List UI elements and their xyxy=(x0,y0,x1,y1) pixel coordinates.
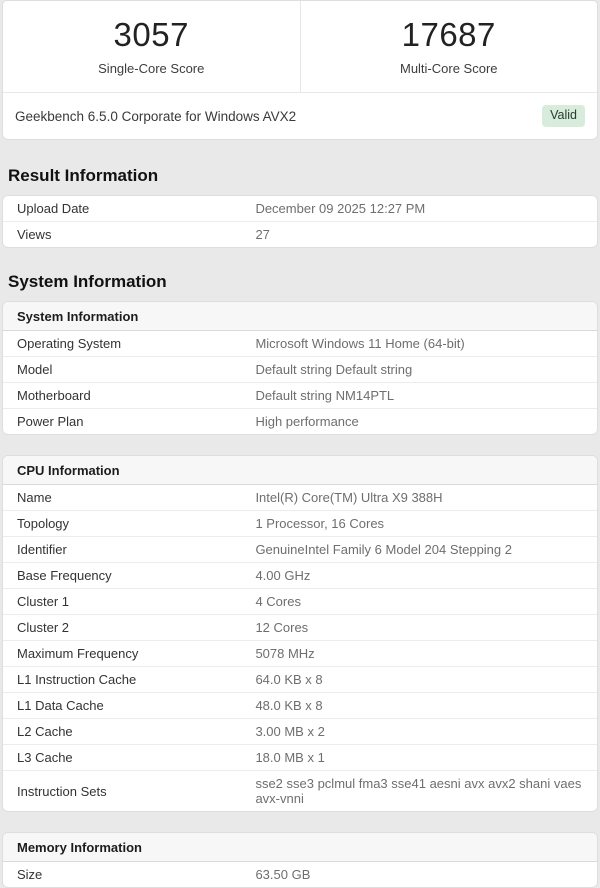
row-value: 48.0 KB x 8 xyxy=(255,693,597,718)
row-label: Maximum Frequency xyxy=(3,641,255,666)
row-label: Power Plan xyxy=(3,409,255,434)
table-row: Maximum Frequency5078 MHz xyxy=(3,640,597,666)
row-value: 1 Processor, 16 Cores xyxy=(255,511,597,536)
row-value: 5078 MHz xyxy=(255,641,597,666)
cpu-information-subheader: CPU Information xyxy=(3,456,597,485)
row-label: Model xyxy=(3,357,255,382)
row-value: 18.0 MB x 1 xyxy=(255,745,597,770)
row-label: Cluster 1 xyxy=(3,589,255,614)
table-row: Base Frequency4.00 GHz xyxy=(3,562,597,588)
table-row: Operating SystemMicrosoft Windows 11 Hom… xyxy=(3,331,597,356)
result-information-card: Upload DateDecember 09 2025 12:27 PMView… xyxy=(2,195,598,248)
table-row: L1 Instruction Cache64.0 KB x 8 xyxy=(3,666,597,692)
cpu-information-rows: NameIntel(R) Core(TM) Ultra X9 388HTopol… xyxy=(3,485,597,811)
row-value: 4.00 GHz xyxy=(255,563,597,588)
system-information-card: System Information Operating SystemMicro… xyxy=(2,301,598,435)
score-summary-card: 3057 Single-Core Score 17687 Multi-Core … xyxy=(2,0,598,140)
table-row: L3 Cache18.0 MB x 1 xyxy=(3,744,597,770)
row-value: 3.00 MB x 2 xyxy=(255,719,597,744)
row-value: 27 xyxy=(255,222,597,247)
row-value: 12 Cores xyxy=(255,615,597,640)
version-bar: Geekbench 6.5.0 Corporate for Windows AV… xyxy=(3,93,597,139)
row-label: Upload Date xyxy=(3,196,255,221)
row-label: L1 Instruction Cache xyxy=(3,667,255,692)
table-row: NameIntel(R) Core(TM) Ultra X9 388H xyxy=(3,485,597,510)
result-information-rows: Upload DateDecember 09 2025 12:27 PMView… xyxy=(3,196,597,247)
table-row: ModelDefault string Default string xyxy=(3,356,597,382)
row-label: Base Frequency xyxy=(3,563,255,588)
row-value: Default string Default string xyxy=(255,357,597,382)
multi-core-score-value: 17687 xyxy=(301,16,598,54)
table-row: L1 Data Cache48.0 KB x 8 xyxy=(3,692,597,718)
spacer xyxy=(2,812,598,832)
table-row: Instruction Setssse2 sse3 pclmul fma3 ss… xyxy=(3,770,597,811)
row-value: Microsoft Windows 11 Home (64-bit) xyxy=(255,331,597,356)
system-information-heading: System Information xyxy=(2,248,598,301)
row-value: December 09 2025 12:27 PM xyxy=(255,196,597,221)
row-label: L2 Cache xyxy=(3,719,255,744)
memory-information-card: Memory Information Size63.50 GB xyxy=(2,832,598,888)
single-core-score-cell: 3057 Single-Core Score xyxy=(3,1,300,92)
row-value: Default string NM14PTL xyxy=(255,383,597,408)
table-row: Size63.50 GB xyxy=(3,862,597,887)
table-row: Upload DateDecember 09 2025 12:27 PM xyxy=(3,196,597,221)
cpu-information-card: CPU Information NameIntel(R) Core(TM) Ul… xyxy=(2,455,598,812)
row-label: L3 Cache xyxy=(3,745,255,770)
row-label: Name xyxy=(3,485,255,510)
single-core-score-label: Single-Core Score xyxy=(3,61,300,76)
table-row: IdentifierGenuineIntel Family 6 Model 20… xyxy=(3,536,597,562)
table-row: Topology1 Processor, 16 Cores xyxy=(3,510,597,536)
row-value: High performance xyxy=(255,409,597,434)
memory-information-subheader: Memory Information xyxy=(3,833,597,862)
row-label: Views xyxy=(3,222,255,247)
single-core-score-value: 3057 xyxy=(3,16,300,54)
multi-core-score-cell: 17687 Multi-Core Score xyxy=(300,1,598,92)
table-row: Cluster 212 Cores xyxy=(3,614,597,640)
memory-information-rows: Size63.50 GB xyxy=(3,862,597,887)
row-label: Motherboard xyxy=(3,383,255,408)
table-row: Views27 xyxy=(3,221,597,247)
row-value: 4 Cores xyxy=(255,589,597,614)
table-row: MotherboardDefault string NM14PTL xyxy=(3,382,597,408)
score-row: 3057 Single-Core Score 17687 Multi-Core … xyxy=(3,1,597,93)
table-row: Power PlanHigh performance xyxy=(3,408,597,434)
row-label: Operating System xyxy=(3,331,255,356)
spacer xyxy=(2,435,598,455)
row-label: Identifier xyxy=(3,537,255,562)
valid-status-badge: Valid xyxy=(542,105,585,127)
row-label: Cluster 2 xyxy=(3,615,255,640)
row-value: 64.0 KB x 8 xyxy=(255,667,597,692)
row-value: Intel(R) Core(TM) Ultra X9 388H xyxy=(255,485,597,510)
system-information-subheader: System Information xyxy=(3,302,597,331)
geekbench-version-text: Geekbench 6.5.0 Corporate for Windows AV… xyxy=(15,109,296,124)
system-information-rows: Operating SystemMicrosoft Windows 11 Hom… xyxy=(3,331,597,434)
table-row: L2 Cache3.00 MB x 2 xyxy=(3,718,597,744)
row-label: Topology xyxy=(3,511,255,536)
table-row: Cluster 14 Cores xyxy=(3,588,597,614)
multi-core-score-label: Multi-Core Score xyxy=(301,61,598,76)
row-label: Size xyxy=(3,862,255,887)
geekbench-result-page: 3057 Single-Core Score 17687 Multi-Core … xyxy=(2,0,598,888)
row-label: Instruction Sets xyxy=(3,779,255,804)
row-label: L1 Data Cache xyxy=(3,693,255,718)
row-value: sse2 sse3 pclmul fma3 sse41 aesni avx av… xyxy=(255,771,597,811)
result-information-heading: Result Information xyxy=(2,140,598,195)
row-value: 63.50 GB xyxy=(255,862,597,887)
row-value: GenuineIntel Family 6 Model 204 Stepping… xyxy=(255,537,597,562)
